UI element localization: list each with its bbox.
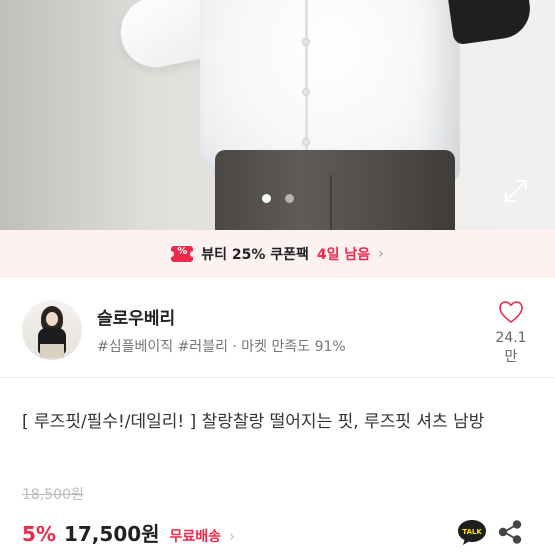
sale-price: 17,500원 xyxy=(63,522,160,546)
free-shipping-label[interactable]: 무료배송 xyxy=(170,526,222,546)
discount-rate: 5% xyxy=(22,522,56,546)
dark-garment-image xyxy=(446,0,534,46)
chevron-right-icon: › xyxy=(378,246,384,262)
shirt-placket xyxy=(305,0,308,160)
expand-icon[interactable] xyxy=(503,178,529,204)
kakao-talk-icon[interactable]: TALK xyxy=(456,518,488,546)
original-price: 18,500원 xyxy=(22,487,84,503)
shirt-button xyxy=(302,88,310,96)
seller-tags: #심플베이직 #러블리 · 마켓 만족도 91% xyxy=(97,339,346,355)
seller-name[interactable]: 슬로우베리 xyxy=(97,304,175,329)
coupon-banner[interactable]: % 뷰티 25% 쿠폰팩 4일 남음 › xyxy=(0,230,555,278)
coupon-days-left: 4일 남음 xyxy=(316,247,371,263)
heart-icon xyxy=(499,301,523,323)
product-image-carousel[interactable] xyxy=(0,0,555,230)
shirt-button xyxy=(302,138,310,146)
product-title: [ 루즈핏/필수!/데일리! ] 찰랑찰랑 떨어지는 핏, 루즈핏 셔츠 남방 xyxy=(22,412,485,432)
carousel-indicator xyxy=(0,194,555,203)
svg-text:TALK: TALK xyxy=(462,528,482,536)
coupon-icon: % xyxy=(168,246,197,262)
pants-image xyxy=(215,150,455,230)
carousel-dot[interactable] xyxy=(284,194,294,203)
price-row: 5% 17,500원 무료배송 › xyxy=(22,518,235,547)
like-button[interactable]: 24.1만 xyxy=(490,300,532,365)
shirt-button xyxy=(302,38,310,46)
carousel-dot-active[interactable] xyxy=(261,194,271,203)
share-icon[interactable] xyxy=(497,519,523,545)
like-count: 24.1만 xyxy=(495,330,527,365)
seller-section: 슬로우베리 #심플베이직 #러블리 · 마켓 만족도 91% 24.1만 xyxy=(0,278,555,378)
coupon-text: 뷰티 25% 쿠폰팩 xyxy=(201,247,309,263)
chevron-right-icon: › xyxy=(229,529,235,545)
seller-avatar[interactable] xyxy=(22,300,82,360)
